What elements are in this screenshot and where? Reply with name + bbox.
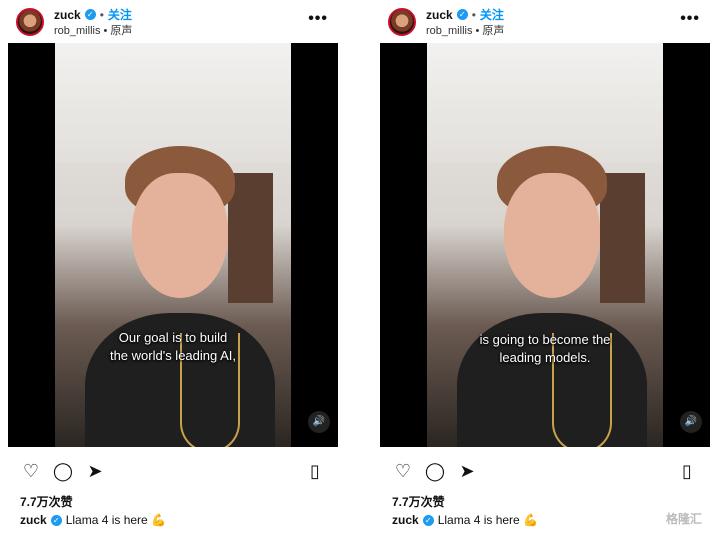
caption-line-1: Our goal is to build xyxy=(118,330,228,345)
username-row: zuck ✓ • 关注 xyxy=(426,6,504,23)
video-frame: is going to become the leading models. xyxy=(427,43,663,447)
post-left: zuck ✓ • 关注 rob_millis • 原声 ••• Our goal… xyxy=(8,0,338,533)
username[interactable]: zuck xyxy=(426,8,453,22)
face xyxy=(132,173,228,298)
like-heart-icon[interactable]: ♡ xyxy=(20,460,42,482)
video-caption: Our goal is to build the world's leading… xyxy=(55,329,291,365)
video-caption: is going to become the leading models. xyxy=(427,331,663,367)
person xyxy=(85,138,275,447)
verified-icon: ✓ xyxy=(50,514,62,526)
caption-line-1: is going to become the xyxy=(479,332,611,347)
comment-icon[interactable]: ◯ xyxy=(52,460,74,482)
verified-icon: ✓ xyxy=(422,514,434,526)
like-count[interactable]: 7.7万次赞 xyxy=(392,493,445,510)
sound-icon[interactable]: 🔊 xyxy=(308,411,330,433)
action-bar: ♡ ◯ ➤ ▯ xyxy=(8,460,338,484)
username-row: zuck ✓ • 关注 xyxy=(54,6,132,23)
video-frame: Our goal is to build the world's leading… xyxy=(55,43,291,447)
post-header: zuck ✓ • 关注 rob_millis • 原声 ••• xyxy=(8,4,338,38)
sound-icon[interactable]: 🔊 xyxy=(680,411,702,433)
more-options-icon[interactable]: ••• xyxy=(308,10,328,28)
video-player[interactable]: Our goal is to build the world's leading… xyxy=(8,43,338,447)
post-caption: zuck ✓ Llama 4 is here 💪 xyxy=(392,513,538,527)
separator-dot: • xyxy=(471,7,476,22)
like-count[interactable]: 7.7万次赞 xyxy=(20,493,73,510)
caption-line-2: the world's leading AI, xyxy=(109,348,237,363)
follow-button[interactable]: 关注 xyxy=(108,6,132,23)
comment-icon[interactable]: ◯ xyxy=(424,460,446,482)
caption-text: Llama 4 is here 💪 xyxy=(65,513,167,527)
video-player[interactable]: is going to become the leading models. 🔊 xyxy=(380,43,710,447)
person xyxy=(457,138,647,447)
action-bar: ♡ ◯ ➤ ▯ xyxy=(380,460,710,484)
save-bookmark-icon[interactable]: ▯ xyxy=(676,460,698,482)
caption-line-2: leading models. xyxy=(499,350,591,365)
avatar[interactable] xyxy=(16,8,44,36)
separator-dot: • xyxy=(99,7,104,22)
caption-username[interactable]: zuck xyxy=(20,513,47,527)
audio-subtitle[interactable]: rob_millis • 原声 xyxy=(426,22,504,38)
post-header: zuck ✓ • 关注 rob_millis • 原声 ••• xyxy=(380,4,710,38)
more-options-icon[interactable]: ••• xyxy=(680,10,700,28)
audio-subtitle[interactable]: rob_millis • 原声 xyxy=(54,22,132,38)
verified-icon: ✓ xyxy=(84,9,96,20)
save-bookmark-icon[interactable]: ▯ xyxy=(304,460,326,482)
follow-button[interactable]: 关注 xyxy=(480,6,504,23)
post-right: zuck ✓ • 关注 rob_millis • 原声 ••• is going… xyxy=(380,0,710,533)
share-icon[interactable]: ➤ xyxy=(456,460,478,482)
watermark: 格隆汇 xyxy=(665,512,702,526)
caption-username[interactable]: zuck xyxy=(392,513,419,527)
avatar[interactable] xyxy=(388,8,416,36)
username[interactable]: zuck xyxy=(54,8,81,22)
share-icon[interactable]: ➤ xyxy=(84,460,106,482)
post-caption: zuck ✓ Llama 4 is here 💪 xyxy=(20,513,166,527)
face xyxy=(504,173,600,298)
like-heart-icon[interactable]: ♡ xyxy=(392,460,414,482)
caption-text: Llama 4 is here 💪 xyxy=(437,513,539,527)
verified-icon: ✓ xyxy=(456,9,468,20)
